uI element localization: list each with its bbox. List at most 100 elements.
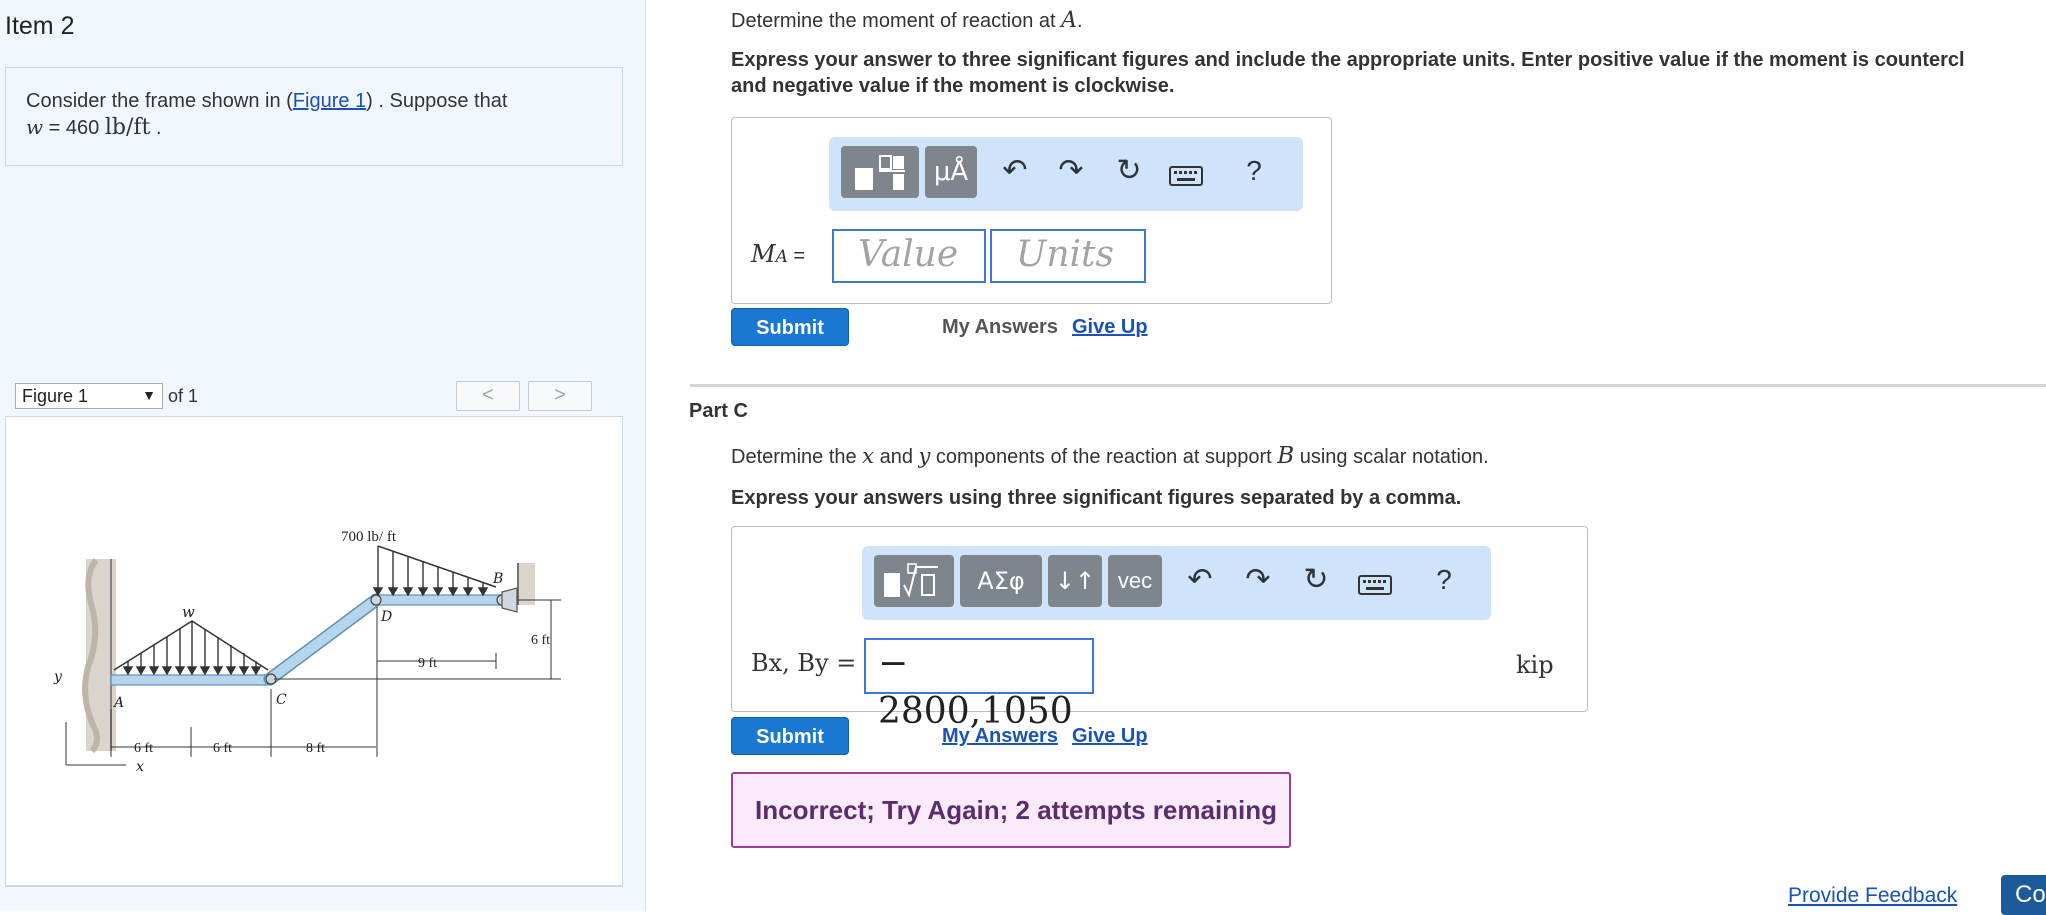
partc-y-var: y bbox=[918, 444, 931, 468]
figure-link[interactable]: Figure 1 bbox=[293, 90, 366, 112]
partb-question-prefix: Determine the moment of reaction at bbox=[731, 10, 1062, 32]
wall-right bbox=[517, 563, 535, 605]
value-placeholder: Value bbox=[858, 234, 959, 275]
problem-unit: lb/ft bbox=[104, 115, 151, 140]
load-db-envelope bbox=[377, 545, 497, 588]
figure-select-value: Figure 1 bbox=[22, 386, 89, 406]
support-b bbox=[501, 587, 518, 613]
partb-answer-label: MA = bbox=[751, 240, 805, 268]
partb-give-up-link[interactable]: Give Up bbox=[1072, 316, 1148, 339]
dim-8ft: 8 ft bbox=[306, 741, 325, 756]
problem-eq: = 460 bbox=[43, 117, 100, 139]
partb-my-answers: My Answers bbox=[942, 316, 1058, 338]
figure-panel: 700 lb/ ft w A B C D x y 9 ft 6 ft 6 ft … bbox=[5, 416, 623, 886]
dim-6ft-right: 6 ft bbox=[531, 633, 550, 648]
units-placeholder: Units bbox=[1016, 234, 1114, 275]
partb-label-var: M bbox=[751, 240, 776, 268]
partc-question-end: using scalar notation. bbox=[1294, 446, 1489, 468]
problem-suffix: ) . Suppose that bbox=[366, 90, 508, 112]
keyboard-icon[interactable] bbox=[1355, 566, 1395, 610]
label-d: D bbox=[380, 609, 392, 625]
units-button[interactable]: μÅ bbox=[925, 146, 977, 198]
reset-icon[interactable]: ↻ bbox=[1109, 149, 1149, 193]
member-ac bbox=[110, 674, 272, 686]
partc-x-var: x bbox=[862, 444, 875, 468]
redo-icon[interactable]: ↷ bbox=[1238, 558, 1278, 602]
label-700: 700 lb/ ft bbox=[341, 529, 397, 545]
feedback-message: Incorrect; Try Again; 2 attempts remaini… bbox=[731, 772, 1291, 848]
prev-figure-button[interactable]: < bbox=[456, 381, 520, 411]
figure-navigation: Figure 1 ▼ of 1 < > bbox=[5, 380, 623, 412]
partc-b-var: B bbox=[1277, 443, 1295, 469]
problem-statement: Consider the frame shown in (Figure 1) .… bbox=[5, 67, 623, 166]
symbols-button[interactable]: ΑΣφ bbox=[960, 555, 1042, 607]
figure-select[interactable]: Figure 1 ▼ bbox=[15, 383, 163, 409]
help-button[interactable]: ? bbox=[1234, 149, 1274, 193]
frame-figure: 700 lb/ ft w A B C D x y 9 ft 6 ft 6 ft … bbox=[53, 529, 561, 775]
help-button[interactable]: ? bbox=[1424, 558, 1464, 602]
partb-question-end: . bbox=[1077, 10, 1083, 32]
partb-answer-box: μÅ ↶ ↷ ↻ ? MA = Value Units bbox=[731, 117, 1332, 304]
pin-d bbox=[370, 594, 382, 606]
keyboard-icon[interactable] bbox=[1166, 157, 1206, 201]
partc-instruction: Express your answers using three signifi… bbox=[731, 487, 1462, 509]
redo-icon[interactable]: ↷ bbox=[1051, 149, 1091, 193]
undo-icon[interactable]: ↶ bbox=[995, 149, 1035, 193]
left-pane-bottom-bar bbox=[5, 886, 623, 910]
templates-button[interactable] bbox=[874, 555, 954, 607]
templates-icon bbox=[855, 155, 905, 190]
left-pane: Item 2 Consider the frame shown in (Figu… bbox=[0, 0, 646, 910]
chevron-down-icon: ▼ bbox=[142, 387, 156, 403]
reset-icon[interactable]: ↻ bbox=[1296, 558, 1336, 602]
partb-question-var: A bbox=[1061, 8, 1078, 33]
units-input[interactable]: Units bbox=[990, 229, 1146, 283]
partc-and: and bbox=[874, 446, 919, 468]
partb-question: Determine the moment of reaction at A. bbox=[731, 8, 1083, 33]
partc-answer-label: Bx, By = bbox=[751, 649, 857, 677]
item-title: Item 2 bbox=[5, 12, 75, 40]
load-db-arrows bbox=[372, 551, 489, 597]
next-figure-button[interactable]: > bbox=[528, 381, 592, 411]
section-divider bbox=[690, 384, 2046, 387]
label-c: C bbox=[276, 692, 287, 708]
problem-end: . bbox=[155, 117, 162, 139]
label-a: A bbox=[112, 695, 124, 711]
provide-feedback-link[interactable]: Provide Feedback bbox=[1788, 884, 1957, 908]
partc-title: Part C bbox=[689, 400, 748, 422]
answer-input[interactable]: − 2800,1050 bbox=[864, 638, 1094, 732]
dim-6ft-a: 6 ft bbox=[134, 741, 153, 756]
load-ac-envelope bbox=[113, 620, 269, 671]
value-input[interactable]: Value bbox=[832, 229, 986, 283]
figure-count: of 1 bbox=[168, 386, 199, 406]
partb-toolbar: μÅ ↶ ↷ ↻ ? bbox=[829, 137, 1303, 211]
partb-submit-button[interactable]: Submit bbox=[731, 308, 849, 346]
load-ac-arrows bbox=[122, 621, 262, 676]
member-db bbox=[373, 594, 505, 606]
partb-instruction-2: and negative value if the moment is cloc… bbox=[731, 75, 1175, 97]
partb-instruction-1: Express your answer to three significant… bbox=[731, 49, 1965, 71]
partc-give-up-link[interactable]: Give Up bbox=[1072, 725, 1148, 748]
vec-button[interactable]: vec bbox=[1108, 555, 1162, 607]
undo-icon[interactable]: ↶ bbox=[1180, 558, 1220, 602]
partc-toolbar: ΑΣφ ↓↑ vec ↶ ↷ ↻ ? bbox=[862, 546, 1491, 620]
partc-submit-button[interactable]: Submit bbox=[731, 717, 849, 755]
label-b: B bbox=[492, 571, 503, 587]
dim-6ft-b: 6 ft bbox=[213, 741, 232, 756]
partc-question: Determine the x and y components of the … bbox=[731, 443, 1489, 469]
problem-var-w: w bbox=[26, 115, 44, 139]
partc-question-prefix: Determine the bbox=[731, 446, 863, 468]
continue-button[interactable]: Co bbox=[2001, 875, 2046, 915]
answer-unit: kip bbox=[1516, 651, 1554, 679]
label-x: x bbox=[136, 759, 144, 775]
partc-my-answers-link[interactable]: My Answers bbox=[942, 725, 1058, 748]
templates-button[interactable] bbox=[841, 146, 919, 198]
label-w: w bbox=[182, 603, 195, 621]
sort-arrows-button[interactable]: ↓↑ bbox=[1048, 555, 1102, 607]
label-y: y bbox=[53, 669, 63, 685]
partc-answer-box: ΑΣφ ↓↑ vec ↶ ↷ ↻ ? Bx, By = − 2800,1050 … bbox=[731, 526, 1588, 732]
member-cd-fill bbox=[265, 595, 381, 684]
partc-question-mid: components of the reaction at support bbox=[930, 446, 1278, 468]
templates-radical-icon bbox=[884, 563, 938, 598]
partb-label-sub: A bbox=[775, 247, 788, 267]
dim-9ft: 9 ft bbox=[418, 656, 437, 671]
